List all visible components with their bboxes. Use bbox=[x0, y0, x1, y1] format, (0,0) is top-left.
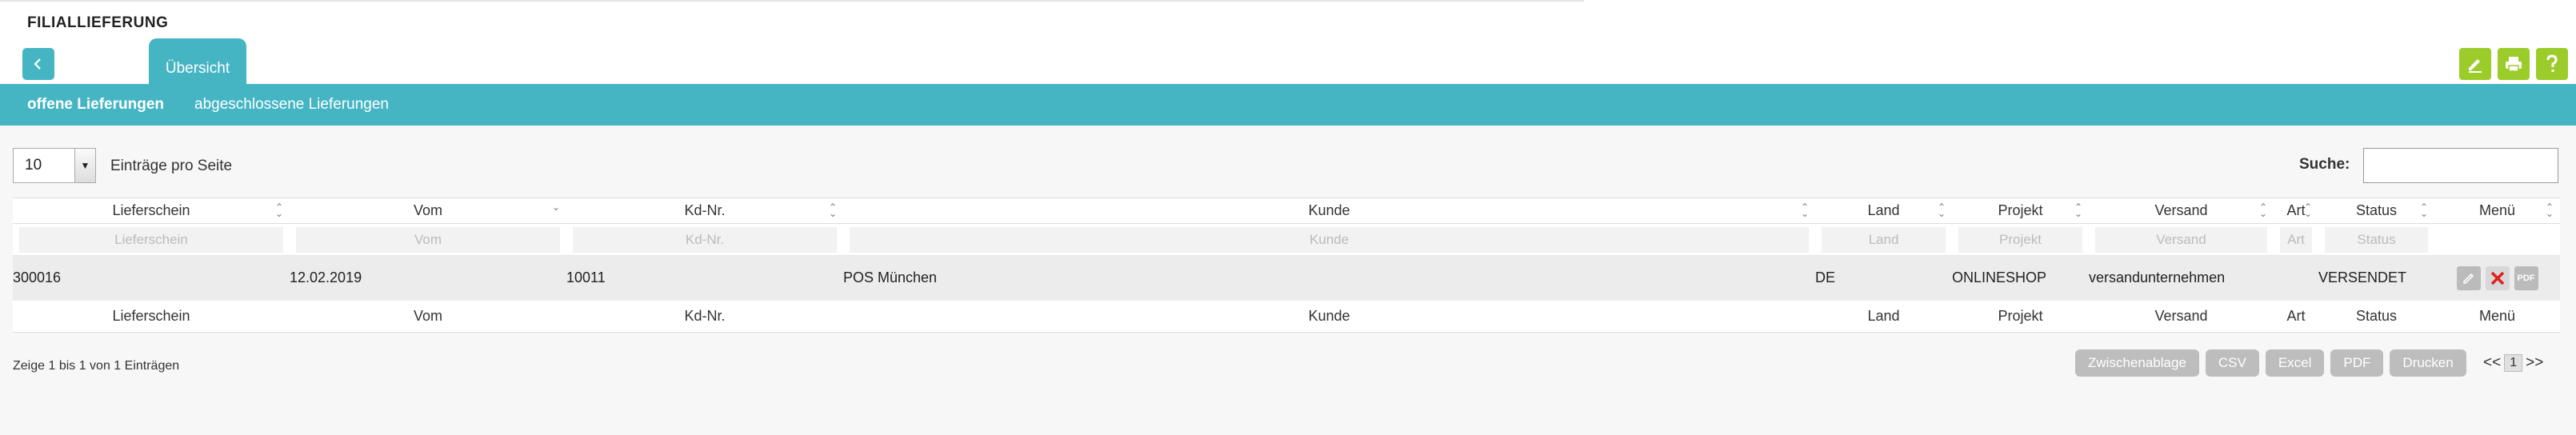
help-icon bbox=[2546, 54, 2558, 72]
col-header-projekt[interactable]: Projekt ⌃ ⌄ bbox=[1952, 198, 2089, 224]
sort-icon: ⌃ ⌄ bbox=[274, 202, 283, 219]
chevron-left-icon bbox=[34, 58, 41, 70]
tab-overview[interactable]: Übersicht bbox=[149, 38, 246, 85]
sort-desc-icon: ⌄ bbox=[551, 202, 560, 213]
csv-button[interactable]: CSV bbox=[2205, 349, 2259, 377]
cell-projekt: ONLINESHOP bbox=[1952, 255, 2089, 301]
cell-vom: 12.02.2019 bbox=[290, 255, 566, 301]
filter-status[interactable]: Status bbox=[2325, 226, 2428, 253]
page-title: FILIALLIEFERUNG bbox=[27, 14, 169, 31]
row-edit-button[interactable] bbox=[2456, 265, 2481, 290]
help-button[interactable] bbox=[2536, 48, 2568, 80]
filter-land[interactable]: Land bbox=[1822, 226, 1946, 253]
table-info: Zeige 1 bis 1 von 1 Einträgen bbox=[13, 359, 180, 373]
foot-col-vom: Vom bbox=[290, 300, 566, 333]
row-delete-button[interactable] bbox=[2485, 265, 2510, 290]
foot-col-menu: Menü bbox=[2434, 300, 2560, 333]
col-header-kunde[interactable]: Kunde ⌃ ⌄ bbox=[843, 198, 1815, 224]
page-length-label: Einträge pro Seite bbox=[110, 158, 233, 174]
col-header-menu[interactable]: Menü ⌃ ⌄ bbox=[2434, 198, 2560, 224]
filter-art[interactable]: Art bbox=[2280, 226, 2312, 253]
deliveries-table: Lieferschein ⌃ ⌄ Vom ⌄ Kd-Nr. ⌃ ⌄ Kunde ⌃ ⌄ Lan… bbox=[13, 198, 2560, 333]
row-pdf-button[interactable]: PDF bbox=[2514, 265, 2538, 290]
col-header-art[interactable]: Art ⌃ ⌄ bbox=[2274, 198, 2318, 224]
sub-navigation: offene Lieferungen abgeschlossene Liefer… bbox=[0, 84, 2576, 126]
col-header-versand[interactable]: Versand ⌃ ⌄ bbox=[2089, 198, 2274, 224]
filter-row: Lieferschein Vom Kd-Nr. Kunde Land Proje… bbox=[13, 223, 2560, 256]
print-table-button[interactable]: Drucken bbox=[2390, 349, 2466, 377]
cell-status: VERSENDET bbox=[2318, 255, 2434, 301]
foot-col-kunde: Kunde bbox=[843, 300, 1815, 333]
tab-closed-deliveries[interactable]: abgeschlossene Lieferungen bbox=[194, 96, 389, 114]
pager-page[interactable]: 1 bbox=[2504, 354, 2523, 372]
col-header-lieferschein[interactable]: Lieferschein ⌃ ⌄ bbox=[13, 198, 290, 224]
cell-land: DE bbox=[1815, 255, 1952, 301]
foot-col-lieferschein: Lieferschein bbox=[13, 300, 290, 333]
content-panel: 10 ▼ Einträge pro Seite Suche: Liefersch… bbox=[0, 126, 2576, 435]
search-input[interactable] bbox=[2363, 148, 2558, 183]
filter-projekt[interactable]: Projekt bbox=[1958, 226, 2082, 253]
foot-col-projekt: Projekt bbox=[1952, 300, 2089, 333]
sort-icon: ⌃ ⌄ bbox=[2419, 202, 2428, 219]
filter-lieferschein[interactable]: Lieferschein bbox=[19, 226, 283, 253]
sort-icon: ⌃ ⌄ bbox=[2303, 202, 2312, 219]
cell-versand: versandunternehmen bbox=[2089, 255, 2274, 301]
sort-icon: ⌃ ⌄ bbox=[1800, 202, 1809, 219]
filter-versand[interactable]: Versand bbox=[2095, 226, 2267, 253]
foot-col-versand: Versand bbox=[2089, 300, 2274, 333]
col-header-vom[interactable]: Vom ⌄ bbox=[290, 198, 566, 224]
edit-button[interactable] bbox=[2459, 48, 2491, 80]
app-root: FILIALLIEFERUNG Übersicht offene Lieferu… bbox=[0, 0, 2576, 435]
page-length-value: 10 bbox=[25, 157, 42, 174]
table-row[interactable]: 300016 12.02.2019 10011 POS München DE O… bbox=[13, 255, 2560, 301]
top-divider bbox=[0, 0, 1584, 2]
pager-prev[interactable]: << bbox=[2483, 354, 2501, 372]
col-header-kdnr[interactable]: Kd-Nr. ⌃ ⌄ bbox=[566, 198, 843, 224]
foot-col-status: Status bbox=[2318, 300, 2434, 333]
top-toolbar bbox=[2459, 48, 2568, 80]
footer-header-row: Lieferschein Vom Kd-Nr. Kunde Land Proje… bbox=[13, 300, 2560, 333]
tab-open-deliveries[interactable]: offene Lieferungen bbox=[27, 96, 164, 114]
cell-art bbox=[2274, 255, 2318, 301]
foot-col-land: Land bbox=[1815, 300, 1952, 333]
sort-icon: ⌃ ⌄ bbox=[2258, 202, 2267, 219]
export-buttons: Zwischenablage CSV Excel PDF Drucken bbox=[2075, 349, 2466, 377]
excel-button[interactable]: Excel bbox=[2265, 349, 2325, 377]
back-button[interactable] bbox=[22, 48, 54, 80]
cell-kdnr: 10011 bbox=[566, 255, 843, 301]
clipboard-button[interactable]: Zwischenablage bbox=[2075, 349, 2199, 377]
header-row: Lieferschein ⌃ ⌄ Vom ⌄ Kd-Nr. ⌃ ⌄ Kunde ⌃ ⌄ Lan… bbox=[13, 198, 2560, 224]
caret-down-icon: ▼ bbox=[74, 149, 95, 182]
col-header-land[interactable]: Land ⌃ ⌄ bbox=[1815, 198, 1952, 224]
edit-icon bbox=[2469, 59, 2482, 73]
search-label: Suche: bbox=[2299, 156, 2350, 173]
page-length-select[interactable]: 10 ▼ bbox=[13, 148, 96, 183]
filter-vom[interactable]: Vom bbox=[296, 226, 560, 253]
pencil-icon bbox=[2462, 273, 2474, 284]
sort-icon: ⌃ ⌄ bbox=[828, 202, 837, 219]
print-icon bbox=[2506, 57, 2522, 72]
sort-icon: ⌃ ⌄ bbox=[2074, 202, 2082, 219]
delete-x-icon bbox=[2490, 271, 2504, 285]
pdf-button[interactable]: PDF bbox=[2330, 349, 2384, 377]
sort-icon: ⌃ ⌄ bbox=[1937, 202, 1946, 219]
print-button[interactable] bbox=[2498, 48, 2530, 80]
filter-kdnr[interactable]: Kd-Nr. bbox=[573, 226, 837, 253]
filter-kunde[interactable]: Kunde bbox=[850, 226, 1809, 253]
cell-kunde: POS München bbox=[843, 255, 1815, 301]
sort-icon: ⌃ ⌄ bbox=[2545, 202, 2554, 219]
pager-next[interactable]: >> bbox=[2526, 354, 2543, 372]
cell-lieferschein: 300016 bbox=[13, 255, 290, 301]
cell-menu: PDF bbox=[2434, 255, 2560, 301]
pagination: << 1 >> bbox=[2483, 354, 2543, 372]
foot-col-kdnr: Kd-Nr. bbox=[566, 300, 843, 333]
foot-col-art: Art bbox=[2274, 300, 2318, 333]
col-header-status[interactable]: Status ⌃ ⌄ bbox=[2318, 198, 2434, 224]
